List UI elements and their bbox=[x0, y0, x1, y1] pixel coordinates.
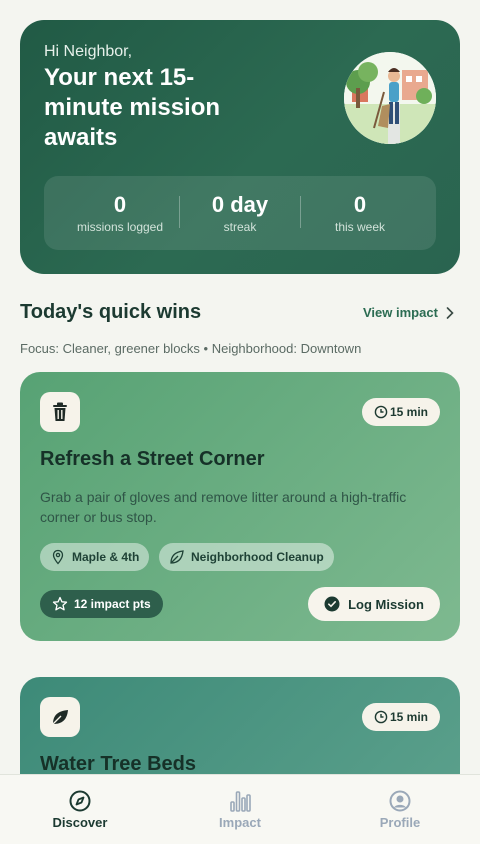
mission-card[interactable]: 15 min Refresh a Street Corner Grab a pa… bbox=[20, 372, 460, 641]
user-circle-icon bbox=[320, 789, 480, 813]
compass-icon bbox=[0, 789, 160, 813]
stat-value: 0 bbox=[113, 192, 127, 217]
section-title: Today's quick wins bbox=[20, 301, 202, 323]
star-icon bbox=[52, 596, 68, 611]
trash-icon bbox=[40, 392, 80, 432]
clock-icon bbox=[374, 710, 388, 724]
log-mission-label: Log Mission bbox=[348, 596, 424, 612]
tab-discover[interactable]: Discover bbox=[0, 775, 160, 844]
location-tag: Maple & 4th bbox=[40, 543, 150, 571]
stat-label: this week bbox=[334, 220, 386, 234]
duration-badge: 15 min bbox=[362, 703, 440, 731]
tab-impact[interactable]: Impact bbox=[160, 775, 320, 844]
stat-label: streak bbox=[223, 220, 257, 234]
mission-description: Grab a pair of gloves and remove litter … bbox=[40, 489, 407, 525]
volunteer-illustration bbox=[344, 52, 436, 144]
clock-icon bbox=[374, 405, 388, 419]
duration-badge: 15 min bbox=[362, 398, 440, 426]
mission-title: Water Tree Beds bbox=[40, 753, 196, 775]
bottom-tab-bar: Discover Impact Profile bbox=[0, 774, 480, 844]
tab-profile[interactable]: Profile bbox=[320, 775, 480, 844]
view-impact-label: View impact bbox=[363, 305, 438, 320]
hero-title: Your next 15-minute mission awaits bbox=[44, 64, 221, 151]
bar-chart-icon bbox=[160, 789, 320, 813]
greeting: Hi Neighbor, bbox=[44, 43, 133, 60]
stat-missions: 0 missions logged bbox=[60, 176, 180, 250]
tab-label: Profile bbox=[379, 815, 421, 830]
leaf-icon bbox=[40, 697, 80, 737]
duration-label: 15 min bbox=[389, 405, 428, 419]
location-label: Maple & 4th bbox=[72, 550, 140, 564]
leaf-outline-icon bbox=[170, 550, 184, 564]
impact-points-badge: 12 impact pts bbox=[40, 590, 163, 618]
stat-label: missions logged bbox=[76, 220, 164, 234]
stat-streak: 0 day streak bbox=[180, 176, 300, 250]
stat-value: 0 day bbox=[211, 192, 269, 217]
main-scroll-area[interactable]: Hi Neighbor, Your next 15-minute mission… bbox=[0, 0, 480, 775]
mission-title: Refresh a Street Corner bbox=[40, 448, 265, 470]
mission-card[interactable]: 15 min Water Tree Beds bbox=[20, 677, 460, 775]
duration-label: 15 min bbox=[389, 710, 428, 724]
category-label: Neighborhood Cleanup bbox=[191, 550, 324, 564]
focus-line: Focus: Cleaner, greener blocks • Neighbo… bbox=[20, 341, 362, 356]
tab-label: Discover bbox=[52, 815, 108, 830]
stat-this-week: 0 this week bbox=[300, 176, 420, 250]
hero-card: Hi Neighbor, Your next 15-minute mission… bbox=[20, 20, 460, 274]
view-impact-link[interactable]: View impact bbox=[363, 305, 454, 320]
log-mission-button[interactable]: Log Mission bbox=[308, 587, 440, 621]
check-circle-icon bbox=[324, 596, 340, 612]
stat-value: 0 bbox=[353, 192, 367, 217]
stats-panel: 0 missions logged 0 day streak 0 this we… bbox=[44, 176, 436, 250]
tab-label: Impact bbox=[219, 815, 261, 830]
points-label: 12 impact pts bbox=[74, 597, 151, 611]
map-pin-icon bbox=[52, 549, 64, 565]
chevron-right-icon bbox=[446, 306, 454, 319]
category-tag: Neighborhood Cleanup bbox=[159, 543, 334, 571]
